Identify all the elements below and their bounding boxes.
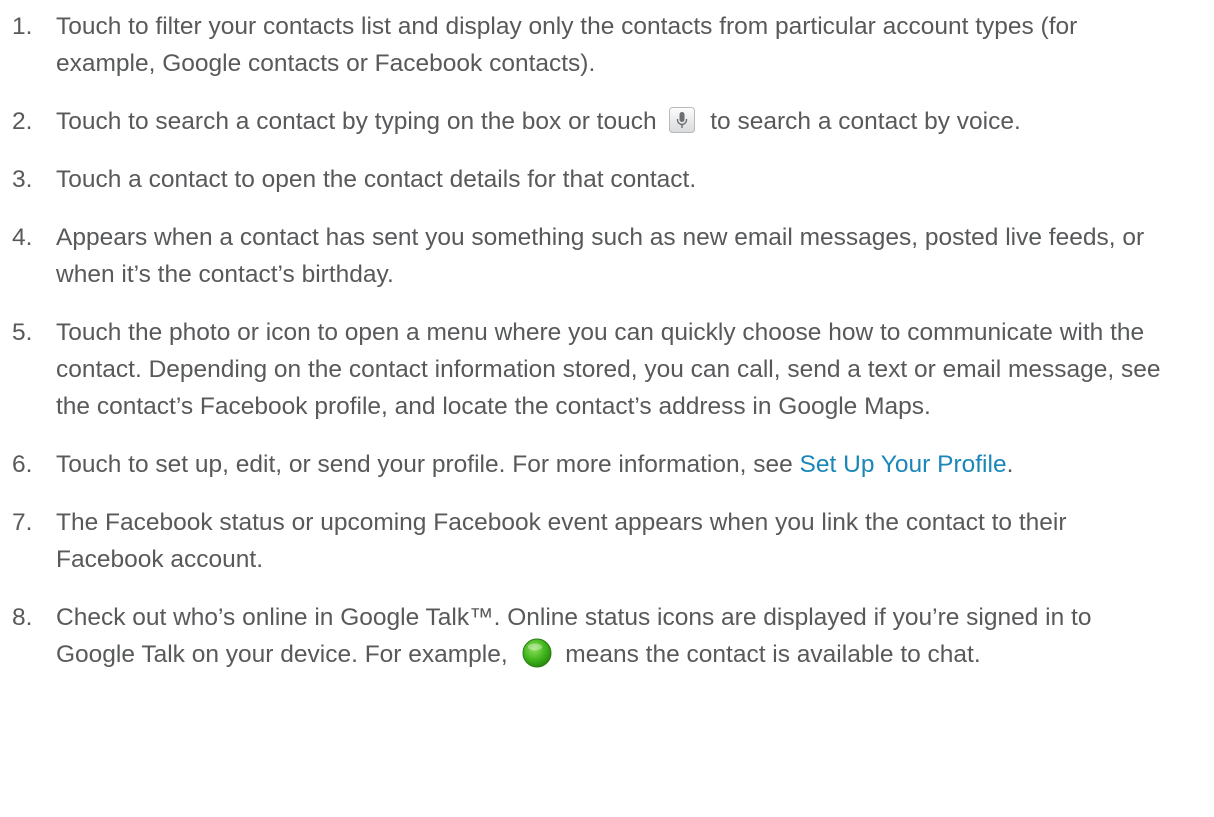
list-number: 2. <box>12 108 33 135</box>
list-item-text: to search a contact by voice. <box>710 108 1021 135</box>
list-item-text: Touch to set up, edit, or send your prof… <box>56 451 793 478</box>
list-item: 2. Touch to search a contact by typing o… <box>0 103 1214 140</box>
list-item: 7. The Facebook status or upcoming Faceb… <box>0 504 1214 578</box>
set-up-profile-link[interactable]: Set Up Your Profile <box>800 451 1007 478</box>
list-number: 6. <box>12 451 33 478</box>
list-item-text: Appears when a contact has sent you some… <box>56 224 1145 288</box>
list-item-text: Touch to search a contact by typing on t… <box>56 108 657 135</box>
list-item-text: The Facebook status or upcoming Facebook… <box>56 509 1067 573</box>
list-item-text: means the contact is available to chat. <box>565 641 981 668</box>
list-number: 5. <box>12 319 33 346</box>
microphone-icon <box>669 107 696 133</box>
list-item-body: Check out who’s online in Google Talk™. … <box>56 599 1176 673</box>
list-item: 3. Touch a contact to open the contact d… <box>0 161 1214 198</box>
list-item-text: . <box>1006 451 1014 478</box>
list-item-body: Touch to search a contact by typing on t… <box>56 103 1176 140</box>
list-item: 6. Touch to set up, edit, or send your p… <box>0 446 1214 483</box>
list-number: 1. <box>12 13 33 40</box>
list-item: 5. Touch the photo or icon to open a men… <box>0 314 1214 425</box>
list-item-text: Touch to filter your contacts list and d… <box>56 13 1078 77</box>
list-item-body: Touch to set up, edit, or send your prof… <box>56 446 1176 483</box>
numbered-list: 1. Touch to filter your contacts list an… <box>0 8 1214 694</box>
list-item: 4. Appears when a contact has sent you s… <box>0 219 1214 293</box>
green-status-dot-icon <box>522 638 552 668</box>
list-item-text: Touch a contact to open the contact deta… <box>56 166 697 193</box>
list-number: 7. <box>12 509 33 536</box>
list-item-text: Touch the photo or icon to open a menu w… <box>56 319 1161 420</box>
list-item: 8. Check out who’s online in Google Talk… <box>0 599 1214 673</box>
list-number: 8. <box>12 604 33 631</box>
list-number: 4. <box>12 224 33 251</box>
list-item: 1. Touch to filter your contacts list an… <box>0 8 1214 82</box>
list-number: 3. <box>12 166 33 193</box>
